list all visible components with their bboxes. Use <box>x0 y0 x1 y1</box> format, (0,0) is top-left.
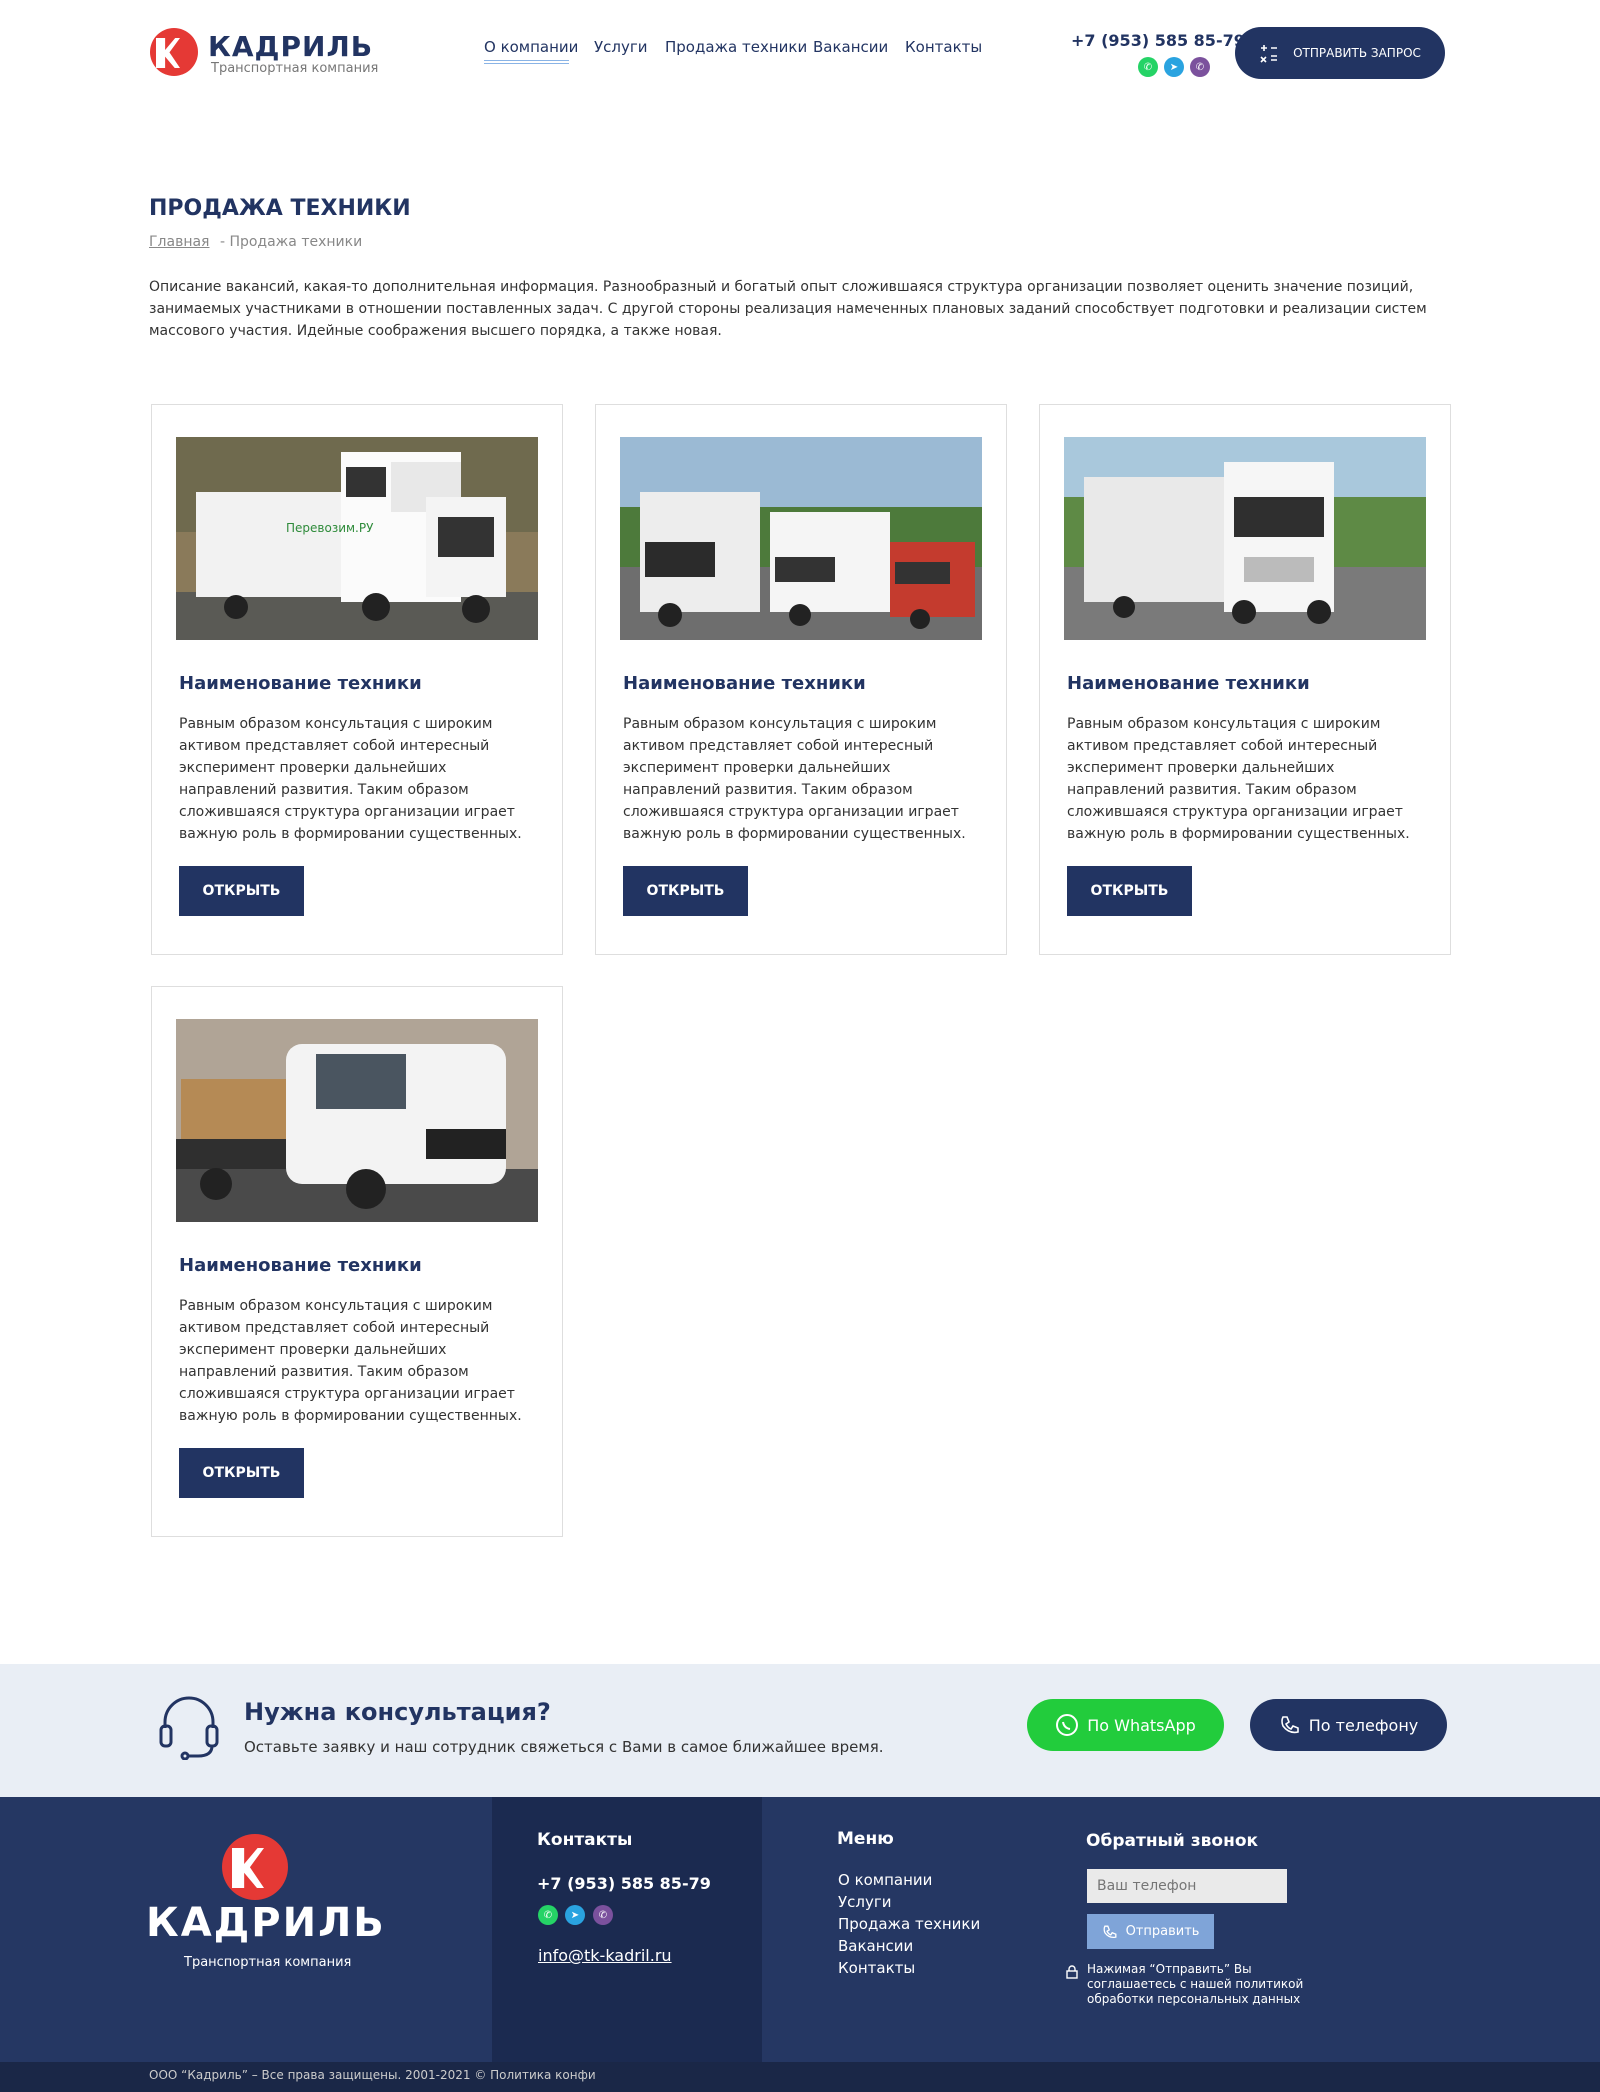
breadcrumb-home[interactable]: Главная <box>149 234 209 250</box>
consultation-subtitle: Оставьте заявку и наш сотрудник свяжетьс… <box>244 1738 884 1756</box>
nav-item-sales[interactable]: Продажа техники <box>665 38 807 56</box>
footer-logo-icon[interactable] <box>222 1834 288 1900</box>
viber-icon[interactable]: ✆ <box>593 1905 613 1925</box>
nav-item-about[interactable]: О компании <box>484 38 578 56</box>
open-button[interactable]: ОТКРЫТЬ <box>1067 866 1192 916</box>
product-title: Наименование техники <box>1067 673 1310 694</box>
open-button[interactable]: ОТКРЫТЬ <box>179 1448 304 1498</box>
product-title: Наименование техники <box>179 673 422 694</box>
phone-icon <box>1103 1925 1117 1938</box>
phone-button-label: По телефону <box>1308 1715 1419 1735</box>
phone-button[interactable]: По телефону <box>1250 1699 1447 1751</box>
copyright-text: ООО “Кадриль” – Все права защищены. 2001… <box>149 2068 596 2082</box>
intro-text: Описание вакансий, какая-то дополнительн… <box>149 279 1427 339</box>
product-title: Наименование техники <box>179 1255 422 1276</box>
callback-send-label: Отправить <box>1125 1924 1200 1939</box>
footer-menu-vacancies[interactable]: Вакансии <box>838 1937 913 1955</box>
headset-icon <box>159 1696 219 1760</box>
whatsapp-icon[interactable]: ✆ <box>1138 57 1158 77</box>
svg-text:Перевозим.РУ: Перевозим.РУ <box>286 521 374 535</box>
open-button[interactable]: ОТКРЫТЬ <box>623 866 748 916</box>
footer-menu-heading: Меню <box>837 1829 894 1849</box>
logo-subtitle: Транспортная компания <box>211 61 379 76</box>
product-card: Наименование техники Равным образом конс… <box>151 986 563 1537</box>
product-description: Равным образом консультация с широким ак… <box>1067 716 1410 842</box>
whatsapp-icon[interactable]: ✆ <box>538 1905 558 1925</box>
footer-logo-name: КАДРИЛЬ <box>146 1900 386 1946</box>
product-image: Перевозим.РУ <box>176 437 538 640</box>
footer-phone[interactable]: +7 (953) 585 85-79 <box>537 1874 711 1893</box>
breadcrumb-current: - Продажа техники <box>219 234 363 250</box>
consultation-title: Нужна консультация? <box>244 1698 551 1726</box>
product-card: Наименование техники Равным образом конс… <box>1039 404 1451 955</box>
callback-phone-input[interactable] <box>1087 1869 1287 1903</box>
product-image <box>176 1019 538 1222</box>
whatsapp-button[interactable]: По WhatsApp <box>1027 1699 1224 1751</box>
send-request-label: ОТПРАВИТЬ ЗАПРОС <box>1293 46 1421 60</box>
footer-menu-about[interactable]: О компании <box>838 1871 932 1889</box>
footer-logo-subtitle: Транспортная компания <box>184 1955 352 1970</box>
telegram-icon[interactable]: ➤ <box>565 1905 585 1925</box>
header-phone[interactable]: +7 (953) 585 85-79 <box>1071 31 1245 50</box>
logo-icon[interactable] <box>150 28 198 76</box>
policy-note: Нажимая “Отправить” Вы соглашаетесь с на… <box>1087 1962 1304 2006</box>
product-title: Наименование техники <box>623 673 866 694</box>
footer-menu-services[interactable]: Услуги <box>838 1893 891 1911</box>
page-title: ПРОДАЖА ТЕХНИКИ <box>149 196 411 221</box>
product-image <box>1064 437 1426 640</box>
whatsapp-icon <box>1056 1714 1079 1736</box>
whatsapp-button-label: По WhatsApp <box>1087 1715 1196 1735</box>
nav-active-indicator <box>484 60 569 64</box>
send-request-button[interactable]: ОТПРАВИТЬ ЗАПРОС <box>1235 27 1445 79</box>
product-image <box>620 437 982 640</box>
callback-send-button[interactable]: Отправить <box>1087 1914 1214 1949</box>
calculator-icon <box>1260 45 1278 63</box>
product-card: Наименование техники Равным образом конс… <box>595 404 1007 955</box>
footer-contacts-heading: Контакты <box>537 1830 633 1850</box>
nav-item-contacts[interactable]: Контакты <box>905 38 982 56</box>
footer-email[interactable]: info@tk-kadril.ru <box>538 1946 672 1965</box>
footer-menu-contacts[interactable]: Контакты <box>838 1959 915 1977</box>
product-description: Равным образом консультация с широким ак… <box>179 1298 522 1424</box>
callback-heading: Обратный звонок <box>1086 1831 1259 1851</box>
breadcrumb: Главная - Продажа техники <box>149 234 362 250</box>
logo-name[interactable]: КАДРИЛЬ <box>208 30 373 63</box>
viber-icon[interactable]: ✆ <box>1190 57 1210 77</box>
open-button[interactable]: ОТКРЫТЬ <box>179 866 304 916</box>
product-description: Равным образом консультация с широким ак… <box>623 716 966 842</box>
product-description: Равным образом консультация с широким ак… <box>179 716 522 842</box>
nav-item-services[interactable]: Услуги <box>594 38 647 56</box>
nav-item-vacancies[interactable]: Вакансии <box>813 38 888 56</box>
product-card: Перевозим.РУ Наименование техники Равным… <box>151 404 563 955</box>
telegram-icon[interactable]: ➤ <box>1164 57 1184 77</box>
lock-icon <box>1066 1965 1078 1979</box>
phone-icon <box>1280 1716 1299 1734</box>
footer-menu-sales[interactable]: Продажа техники <box>838 1915 980 1933</box>
